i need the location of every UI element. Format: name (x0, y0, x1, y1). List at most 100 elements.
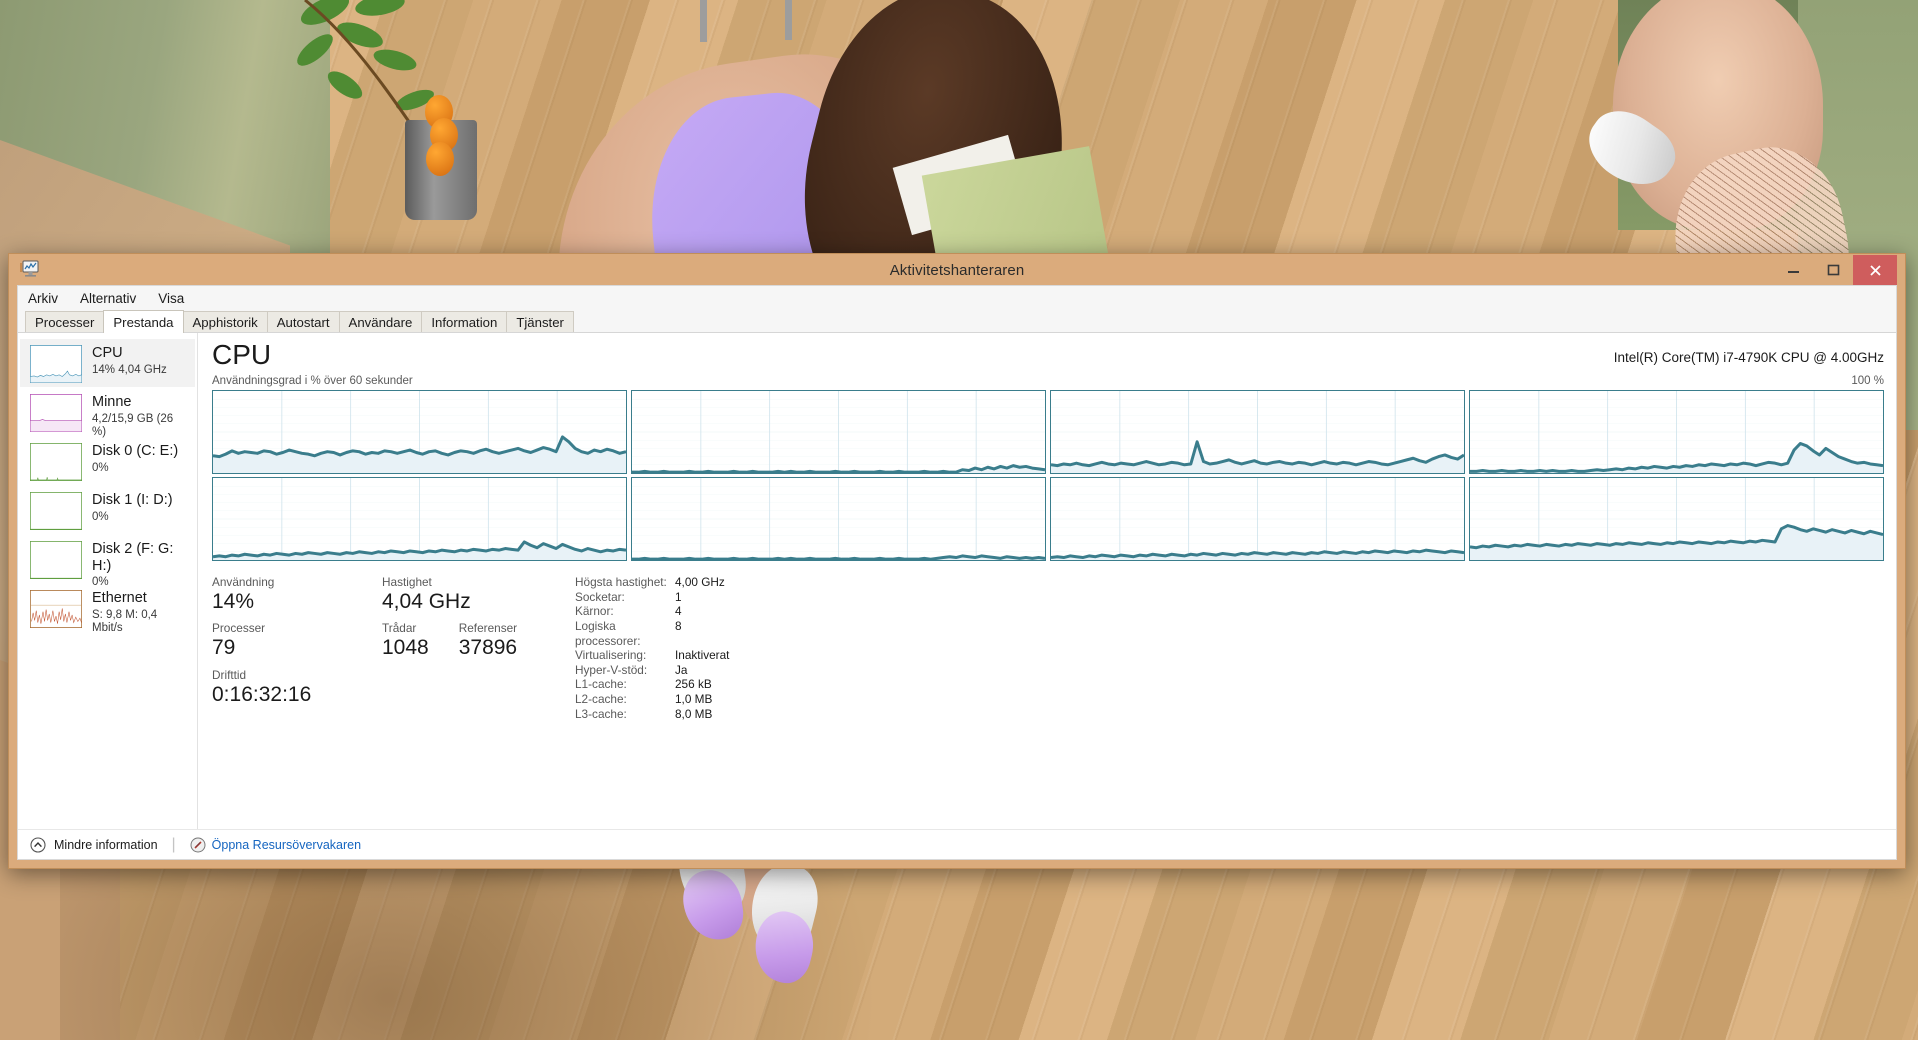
window-body: Arkiv Alternativ Visa Processer Prestand… (17, 285, 1897, 860)
tab-apphistorik[interactable]: Apphistorik (182, 311, 268, 332)
sidebar-text-minne: Minne 4,2/15,9 GB (26 %) (92, 394, 187, 439)
detail-key: Hyper-V-stöd: (575, 662, 648, 677)
detail-value: 8 (675, 618, 682, 633)
close-button[interactable] (1853, 255, 1897, 285)
detail-value: Ja (675, 662, 688, 677)
sidebar-item-ethernet[interactable]: Ethernet S: 9,8 M: 0,4 Mbit/s (20, 584, 195, 634)
sidebar-label-disk1: Disk 1 (I: D:) (92, 492, 173, 508)
logical-processor-graphs[interactable] (212, 390, 1884, 561)
cpu-graph-0[interactable] (212, 390, 627, 474)
cpu-graph-7[interactable] (1469, 477, 1884, 561)
graph-caption: Användningsgrad i % över 60 sekunder (212, 375, 413, 387)
detail-hogsta-hastighet: Högsta hastighet: 4,00 GHz (575, 575, 729, 590)
stat-hastighet: Hastighet 4,04 GHz (382, 575, 567, 615)
minimize-button[interactable] (1773, 255, 1813, 285)
sidebar-text-cpu: CPU 14% 4,04 GHz (92, 345, 167, 377)
detail-value: 4,00 GHz (675, 575, 725, 589)
cpu-graph-svg-4 (213, 478, 626, 560)
tab-prestanda[interactable]: Prestanda (103, 310, 184, 333)
cpu-graph-4[interactable] (212, 477, 627, 561)
cpu-graph-svg-0 (213, 391, 626, 473)
stats-column-left: Användning 14% Processer 79 Drifttid 0:1… (212, 575, 382, 721)
title-bar[interactable]: Aktivitetshanteraren (17, 255, 1897, 285)
open-resource-monitor-link[interactable]: Öppna Resursövervakaren (190, 837, 361, 853)
stat-label-anvandning: Användning (212, 575, 275, 589)
stat-label-hastighet: Hastighet (382, 575, 432, 589)
maximize-icon (1827, 264, 1839, 276)
sidebar-item-disk2[interactable]: Disk 2 (F: G: H:) 0% (20, 535, 195, 588)
cpu-header: CPU Intel(R) Core(TM) i7-4790K CPU @ 4.0… (212, 341, 1884, 369)
cpu-graph-svg-7 (1470, 478, 1883, 560)
content-area: CPU 14% 4,04 GHz Minne 4,2/15,9 GB (26 %… (18, 333, 1896, 829)
sidebar-item-disk0[interactable]: Disk 0 (C: E:) 0% (20, 437, 195, 485)
sidebar-sub-cpu: 14% 4,04 GHz (92, 363, 167, 376)
sidebar-thumb-disk0 (30, 443, 82, 481)
tab-anvandare[interactable]: Användare (338, 311, 423, 332)
detail-value: 4 (675, 604, 682, 619)
cpu-graph-svg-3 (1470, 391, 1883, 473)
graph-max-label: 100 % (1851, 375, 1884, 387)
menu-item-alternativ[interactable]: Alternativ (77, 289, 139, 308)
detail-value: 1,0 MB (675, 692, 713, 706)
stat-tradar: Trådar 1048 (382, 621, 429, 661)
resource-sidebar[interactable]: CPU 14% 4,04 GHz Minne 4,2/15,9 GB (26 %… (18, 333, 198, 829)
wallpaper-fruit-3 (426, 142, 454, 176)
sidebar-text-disk1: Disk 1 (I: D:) 0% (92, 492, 173, 524)
detail-socketar: Socketar: 1 (575, 590, 729, 605)
cpu-graph-svg-1 (632, 391, 1045, 473)
stat-value-drifttid: 0:16:32:16 (212, 682, 312, 706)
cpu-graph-3[interactable] (1469, 390, 1884, 474)
task-manager-monitor-icon (20, 260, 39, 277)
detail-virtualisering: Virtualisering: Inaktiverat (575, 648, 729, 663)
cpu-details-list: Högsta hastighet: 4,00 GHz Socketar: 1 K… (575, 575, 729, 721)
detail-key: Kärnor: (575, 604, 614, 619)
chevron-up-circle-icon (30, 836, 46, 853)
detail-key: Logiska processorer: (575, 618, 641, 648)
sidebar-thumb-disk2 (30, 541, 82, 579)
cpu-graph-2[interactable] (1050, 390, 1465, 474)
stat-label-processer: Processer (212, 621, 266, 636)
sidebar-sub-ethernet: S: 9,8 M: 0,4 Mbit/s (92, 608, 158, 634)
menu-bar[interactable]: Arkiv Alternativ Visa (18, 286, 1896, 311)
detail-hyperv-stod: Hyper-V-stöd: Ja (575, 663, 729, 678)
tab-information[interactable]: Information (421, 311, 508, 332)
wallpaper-chair-leg-2 (785, 0, 792, 40)
tab-strip[interactable]: Processer Prestanda Apphistorik Autostar… (18, 310, 1896, 333)
tab-autostart[interactable]: Autostart (266, 311, 340, 332)
minimize-icon (1787, 270, 1799, 273)
detail-l3-cache: L3-cache: 8,0 MB (575, 707, 729, 722)
window-controls[interactable] (1773, 255, 1897, 285)
cpu-graph-5[interactable] (631, 477, 1046, 561)
stat-row-threads-handles: Trådar 1048 Referenser 37896 (382, 621, 567, 661)
detail-l2-cache: L2-cache: 1,0 MB (575, 692, 729, 707)
cpu-graph-1[interactable] (631, 390, 1046, 474)
tab-tjanster[interactable]: Tjänster (506, 311, 574, 332)
detail-karnor: Kärnor: 4 (575, 604, 729, 619)
sidebar-label-minne: Minne (92, 394, 132, 410)
cpu-graph-svg-6 (1051, 478, 1464, 560)
menu-item-visa[interactable]: Visa (155, 289, 187, 308)
stat-anvandning: Användning 14% (212, 575, 382, 615)
maximize-button[interactable] (1813, 255, 1853, 285)
fewer-details-button[interactable]: Mindre information (30, 836, 158, 853)
sidebar-thumb-ethernet (30, 590, 82, 628)
window-footer[interactable]: Mindre information | Öppna Resursövervak… (18, 829, 1896, 859)
footer-separator: | (171, 835, 176, 853)
sidebar-item-cpu[interactable]: CPU 14% 4,04 GHz (20, 339, 195, 387)
task-manager-window[interactable]: Aktivitetshanteraren Arkiv Alternativ Vi… (8, 253, 1906, 869)
stat-value-referenser: 37896 (458, 636, 518, 660)
sidebar-item-minne[interactable]: Minne 4,2/15,9 GB (26 %) (20, 388, 195, 439)
sidebar-thumb-cpu (30, 345, 82, 383)
stat-label-tradar: Trådar (382, 621, 417, 636)
tab-processer[interactable]: Processer (25, 311, 105, 332)
stat-value-anvandning: 14% (212, 590, 255, 613)
stat-value-processer: 79 (212, 636, 236, 660)
sidebar-item-disk1[interactable]: Disk 1 (I: D:) 0% (20, 486, 195, 534)
wallpaper-chair-leg-1 (700, 0, 707, 42)
graph-caption-row: Användningsgrad i % över 60 sekunder 100… (212, 375, 1884, 387)
menu-item-arkiv[interactable]: Arkiv (25, 289, 61, 308)
cpu-graph-6[interactable] (1050, 477, 1465, 561)
sidebar-label-ethernet: Ethernet (92, 590, 147, 606)
detail-value: 8,0 MB (675, 706, 713, 721)
cpu-graph-svg-5 (632, 478, 1045, 560)
